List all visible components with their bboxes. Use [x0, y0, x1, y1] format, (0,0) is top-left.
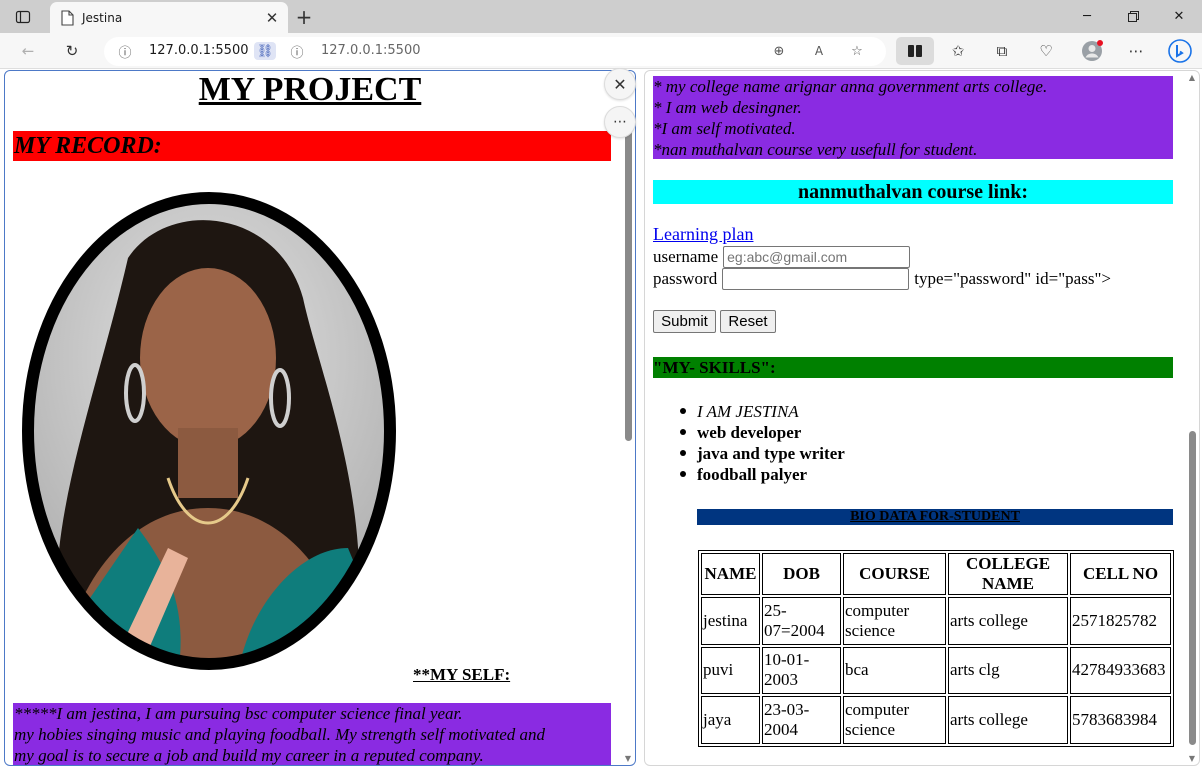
- scroll-thumb[interactable]: [625, 127, 632, 441]
- table-header: CELL NO: [1070, 553, 1171, 595]
- password-label: password: [653, 269, 718, 288]
- table-cell: 42784933683: [1070, 646, 1171, 695]
- info-icon[interactable]: ⓘ: [116, 42, 134, 61]
- table-cell: arts college: [948, 597, 1068, 645]
- table-header: DOB: [762, 553, 841, 595]
- minimize-icon[interactable]: ─: [1064, 0, 1110, 33]
- password-input[interactable]: [722, 268, 910, 290]
- table-cell: computer science: [843, 696, 946, 744]
- table-cell: arts clg: [948, 646, 1068, 695]
- left-scrollbar[interactable]: ▲ ▼: [621, 71, 635, 765]
- read-aloud-icon[interactable]: A: [810, 42, 828, 60]
- skills-list: I AM JESTINA web developer java and type…: [680, 401, 845, 485]
- more-icon[interactable]: ⋯: [1122, 37, 1150, 65]
- table-cell: 2571825782: [1070, 597, 1171, 645]
- table-cell: 5783683984: [1070, 696, 1171, 744]
- left-pane: MY PROJECT MY RECORD: **MY SELF: *****I …: [4, 70, 636, 766]
- refresh-icon[interactable]: ↻: [58, 37, 86, 65]
- table-row: jaya 23-03-2004 computer science arts co…: [701, 696, 1171, 744]
- tab-actions-icon[interactable]: [0, 0, 46, 33]
- course-link-heading: nanmuthalvan course link:: [653, 180, 1173, 204]
- skill-item: web developer: [680, 422, 845, 443]
- about-line: my hobies singing music and playing food…: [14, 725, 546, 744]
- password-row: password type="password" id="pass">: [653, 268, 1111, 290]
- address-bar[interactable]: ⓘ 127.0.0.1:5500 ⛓ ⓘ 127.0.0.1:5500 ⊕ A …: [104, 37, 886, 66]
- learning-plan-link[interactable]: Learning plan: [653, 224, 753, 245]
- back-icon[interactable]: ←: [14, 37, 42, 65]
- right-scrollbar[interactable]: ▲ ▼: [1185, 71, 1199, 765]
- address-right: 127.0.0.1:5500: [321, 43, 421, 58]
- myself-heading: **MY SELF:: [413, 665, 511, 684]
- skill-item: foodball palyer: [680, 464, 845, 485]
- table-cell: computer science: [843, 597, 946, 645]
- college-line: * my college name arignar anna governmen…: [653, 77, 1048, 96]
- address-left: 127.0.0.1:5500: [149, 43, 249, 58]
- college-line: *nan muthalvan course very usefull for s…: [653, 140, 978, 159]
- college-line: * I am web desingner.: [653, 98, 802, 117]
- username-label: username: [653, 247, 719, 266]
- table-cell: jaya: [701, 696, 760, 744]
- tab-title: Jestina: [82, 10, 123, 25]
- table-cell: 10-01-2003: [762, 646, 841, 695]
- pane-menu-icon[interactable]: ⋯: [604, 106, 636, 138]
- about-line: my goal is to secure a job and build my …: [14, 746, 484, 765]
- about-text: *****I am jestina, I am pursuing bsc com…: [13, 703, 611, 765]
- toolbar: ← ↻ ⓘ 127.0.0.1:5500 ⛓ ⓘ 127.0.0.1:5500 …: [0, 33, 1202, 69]
- table-cell: puvi: [701, 646, 760, 695]
- collections-icon[interactable]: ⧉: [988, 37, 1016, 65]
- page-icon: [61, 9, 74, 26]
- favorites-icon[interactable]: ✩: [944, 37, 972, 65]
- split-link-icon[interactable]: ⛓: [254, 42, 276, 60]
- zoom-icon[interactable]: ⊕: [770, 42, 788, 60]
- profile-avatar-icon[interactable]: [1078, 37, 1106, 65]
- username-row: username eg:abc@gmail.com: [653, 246, 911, 268]
- scroll-up-icon[interactable]: ▲: [1187, 73, 1197, 82]
- scroll-down-icon[interactable]: ▼: [1187, 754, 1197, 763]
- split-screen-icon[interactable]: [896, 37, 934, 65]
- table-cell: 23-03-2004: [762, 696, 841, 744]
- copilot-icon[interactable]: [1166, 37, 1194, 65]
- table-header: COURSE: [843, 553, 946, 595]
- password-stray-text: type="password" id="pass">: [914, 269, 1111, 288]
- table-cell: jestina: [701, 597, 760, 645]
- college-line: *I am self motivated.: [653, 119, 796, 138]
- student-table: NAME DOB COURSE COLLEGE NAME CELL NO jes…: [698, 550, 1174, 747]
- about-college: * my college name arignar anna governmen…: [653, 76, 1173, 159]
- scroll-thumb[interactable]: [1189, 431, 1196, 745]
- table-cell: bca: [843, 646, 946, 695]
- table-row: jestina 25-07=2004 computer science arts…: [701, 597, 1171, 645]
- about-line: *****I am jestina, I am pursuing bsc com…: [14, 704, 463, 723]
- close-tab-icon[interactable]: ✕: [264, 9, 280, 27]
- info-icon-right[interactable]: ⓘ: [288, 42, 306, 61]
- profile-photo: [22, 192, 396, 670]
- submit-button[interactable]: Submit: [653, 310, 716, 333]
- bio-data-heading: BIO DATA FOR-STUDENT: [697, 509, 1173, 525]
- skills-heading: "MY- SKILLS":: [653, 357, 1173, 378]
- close-window-icon[interactable]: ✕: [1156, 0, 1202, 33]
- restore-icon[interactable]: [1110, 0, 1156, 33]
- table-header-row: NAME DOB COURSE COLLEGE NAME CELL NO: [701, 553, 1171, 595]
- record-heading: MY RECORD:: [13, 131, 611, 161]
- right-pane: * my college name arignar anna governmen…: [644, 70, 1200, 766]
- skill-item: I AM JESTINA: [680, 401, 845, 422]
- browser-tab[interactable]: Jestina ✕: [50, 2, 288, 33]
- table-header: COLLEGE NAME: [948, 553, 1068, 595]
- table-cell: 25-07=2004: [762, 597, 841, 645]
- browser-essentials-icon[interactable]: ♡: [1032, 37, 1060, 65]
- page-title: MY PROJECT: [198, 71, 422, 108]
- username-input[interactable]: eg:abc@gmail.com: [723, 246, 911, 268]
- table-cell: arts college: [948, 696, 1068, 744]
- reset-button[interactable]: Reset: [720, 310, 776, 333]
- close-split-icon[interactable]: ✕: [604, 68, 636, 100]
- table-row: puvi 10-01-2003 bca arts clg 42784933683: [701, 646, 1171, 695]
- favorite-star-icon[interactable]: ☆: [848, 42, 866, 60]
- table-header: NAME: [701, 553, 760, 595]
- tab-strip: Jestina ✕ + ─ ✕: [0, 0, 1202, 33]
- skill-item: java and type writer: [680, 443, 845, 464]
- scroll-down-icon[interactable]: ▼: [623, 754, 633, 763]
- new-tab-icon[interactable]: +: [291, 4, 317, 30]
